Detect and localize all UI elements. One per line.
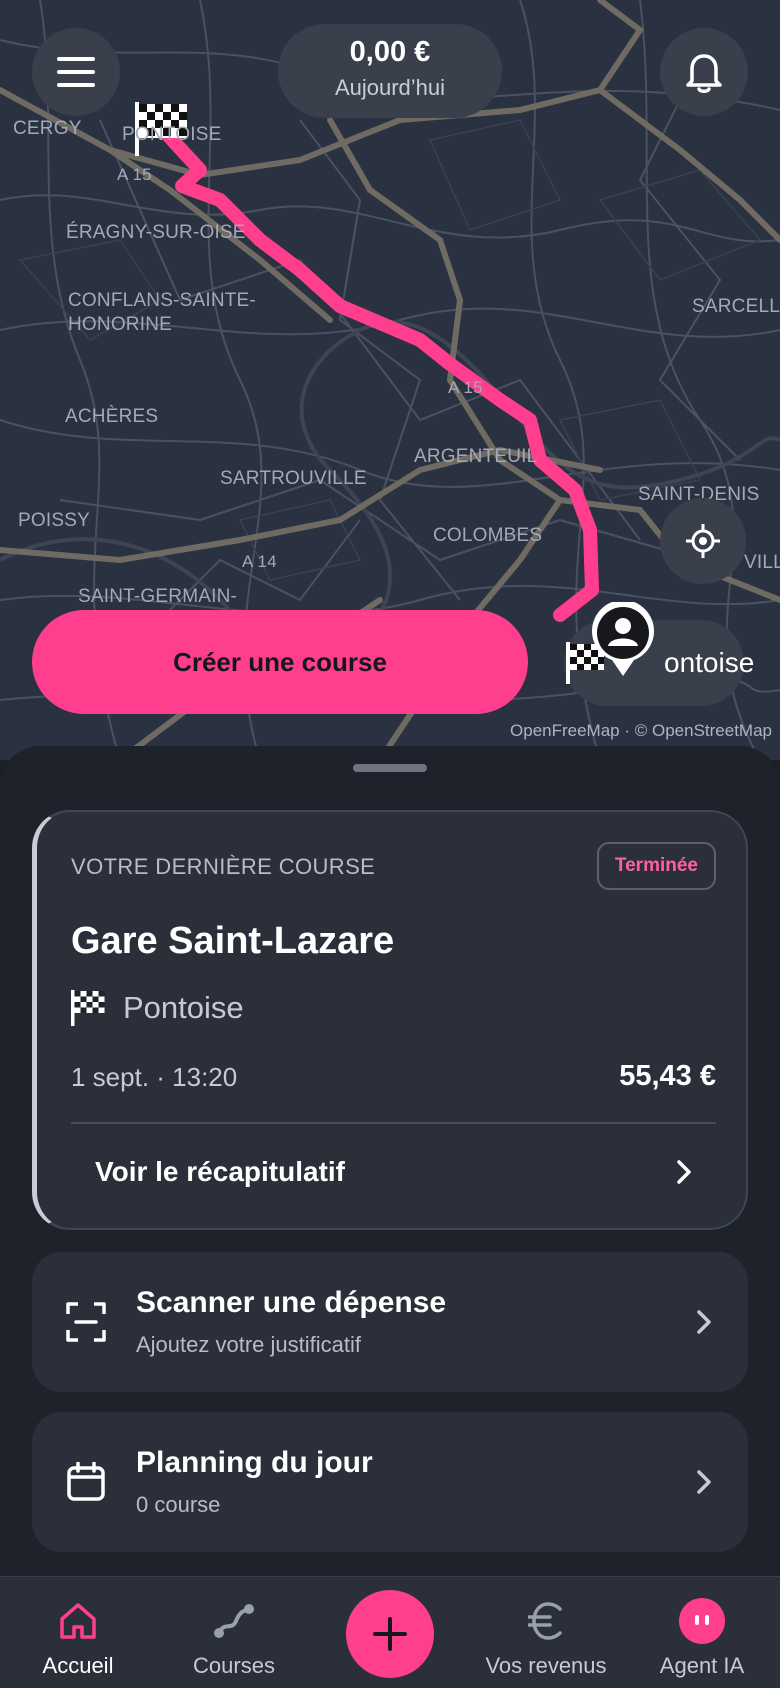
avatar-pin-icon [592,602,654,676]
ride-destination: Pontoise [123,990,244,1025]
map-label: VILL [744,552,780,573]
locate-icon [686,524,720,558]
view-summary-link[interactable]: Voir le récapitulatif [71,1124,716,1220]
sheet-drag-handle[interactable] [353,764,427,772]
map-label: ARGENTEUIL [414,446,538,467]
plus-icon [373,1617,407,1651]
nav-courses[interactable]: Courses [156,1577,312,1688]
status-badge: Terminée [596,842,716,890]
nav-home-label: Accueil [42,1653,114,1678]
planning-title: Planning du jour [136,1446,373,1479]
earnings-amount: 0,00 € [349,36,431,68]
earnings-today-pill[interactable]: 0,00 € Aujourd’hui [278,24,502,118]
last-ride-card[interactable]: VOTRE DERNIÈRE COURSE Terminée Gare Sain… [32,810,748,1230]
ride-origin: Gare Saint-Lazare [71,920,395,962]
home-icon [60,1603,96,1639]
nav-revenus-label: Vos revenus [485,1653,607,1678]
bell-icon [686,54,722,93]
scan-icon [66,1302,106,1342]
map-label: CERGY [13,118,82,139]
destination-name: ontoise [664,647,755,678]
earnings-label: Aujourd’hui [334,75,446,100]
map-label: CONFLANS-SAINTE- [68,290,256,311]
recenter-location-button[interactable] [660,498,746,584]
last-ride-heading: VOTRE DERNIÈRE COURSE [71,854,376,879]
map-label: SARCELLE [692,296,780,317]
planning-subtitle: 0 course [136,1492,221,1517]
ride-datetime: 1 sept. · 13:20 [71,1062,238,1092]
menu-button[interactable] [32,28,120,116]
map-label: PONTOISE [122,124,222,145]
menu-icon [57,57,95,87]
scan-expense-subtitle: Ajoutez votre justificatif [136,1332,361,1357]
map-label: ÉRAGNY-SUR-OISE [66,222,246,243]
map-label: A 15 [117,165,152,184]
nav-courses-label: Courses [193,1653,275,1678]
chevron-right-icon [677,1160,691,1184]
nav-home[interactable]: Accueil [0,1577,156,1688]
map-attribution[interactable]: OpenFreeMap · © OpenStreetMap [510,721,772,741]
ride-destination-row: Pontoise [71,990,244,1026]
map-label: SARTROUVILLE [220,468,367,489]
view-summary-label: Voir le récapitulatif [95,1156,345,1187]
map-label: A 15 [448,378,483,397]
map-label: POISSY [18,510,90,531]
add-button[interactable] [346,1590,434,1678]
agent-icon [679,1598,725,1644]
map-label: HONORINE [68,314,172,335]
scan-expense-card[interactable]: Scanner une dépense Ajoutez votre justif… [32,1252,748,1392]
euro-icon [528,1602,562,1640]
map-view[interactable]: CERGY PONTOISE A 15 ÉRAGNY-SUR-OISE CONF… [0,0,780,760]
route-icon [214,1604,254,1638]
chevron-right-icon [697,1310,711,1334]
ride-price: 55,43 € [619,1060,716,1092]
chevron-right-icon [697,1470,711,1494]
flag-icon [71,990,105,1026]
map-label: ACHÈRES [65,406,159,427]
nav-agent-label: Agent IA [659,1653,745,1678]
calendar-icon [67,1462,105,1501]
create-ride-button[interactable]: Créer une course [32,610,528,714]
nav-agent-ia[interactable]: Agent IA [624,1577,780,1688]
notifications-button[interactable] [660,28,748,116]
map-label: A 14 [242,552,277,571]
bottom-sheet[interactable]: VOTRE DERNIÈRE COURSE Terminée Gare Sain… [0,746,780,1576]
scan-expense-title: Scanner une dépense [136,1286,447,1319]
map-label: COLOMBES [433,525,543,546]
nav-revenus[interactable]: Vos revenus [468,1577,624,1688]
map-label: SAINT-GERMAIN- [78,586,238,607]
daily-planning-card[interactable]: Planning du jour 0 course [32,1412,748,1552]
